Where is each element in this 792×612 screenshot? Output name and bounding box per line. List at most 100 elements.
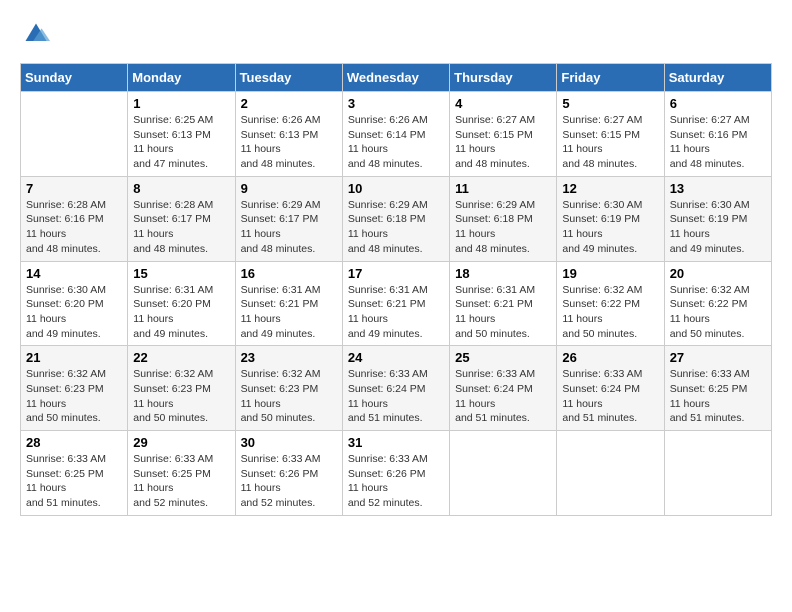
weekday-header-monday: Monday <box>128 64 235 92</box>
day-number: 15 <box>133 266 229 281</box>
calendar-cell: 30Sunrise: 6:33 AMSunset: 6:26 PM11 hour… <box>235 431 342 516</box>
page-header <box>20 20 772 53</box>
calendar-cell: 9 Sunrise: 6:29 AMSunset: 6:17 PM11 hours… <box>235 176 342 261</box>
calendar-cell: 27 Sunrise: 6:33 AMSunset: 6:25 PM11 hour… <box>664 346 771 431</box>
day-number: 4 <box>455 96 551 111</box>
day-info: Sunrise: 6:32 AMSunset: 6:23 PM11 hoursa… <box>26 367 122 426</box>
day-number: 31 <box>348 435 444 450</box>
day-number: 11 <box>455 181 551 196</box>
day-info: Sunrise: 6:31 AMSunset: 6:21 PM11 hoursa… <box>455 283 551 342</box>
week-row-4: 21 Sunrise: 6:32 AMSunset: 6:23 PM11 hour… <box>21 346 772 431</box>
calendar-cell <box>21 92 128 177</box>
calendar-cell: 24 Sunrise: 6:33 AMSunset: 6:24 PM11 hour… <box>342 346 449 431</box>
day-info: Sunrise: 6:33 AMSunset: 6:25 PM11 hoursa… <box>670 367 766 426</box>
day-number: 20 <box>670 266 766 281</box>
day-info: Sunrise: 6:31 AMSunset: 6:20 PM11 hoursa… <box>133 283 229 342</box>
week-row-3: 14 Sunrise: 6:30 AMSunset: 6:20 PM11 hour… <box>21 261 772 346</box>
logo-icon <box>22 20 50 48</box>
calendar-cell: 25 Sunrise: 6:33 AMSunset: 6:24 PM11 hour… <box>450 346 557 431</box>
day-number: 10 <box>348 181 444 196</box>
calendar-cell <box>557 431 664 516</box>
calendar-cell: 1 Sunrise: 6:25 AMSunset: 6:13 PM11 hours… <box>128 92 235 177</box>
day-number: 16 <box>241 266 337 281</box>
day-number: 14 <box>26 266 122 281</box>
day-number: 17 <box>348 266 444 281</box>
day-number: 27 <box>670 350 766 365</box>
day-info: Sunrise: 6:27 AMSunset: 6:15 PM11 hoursa… <box>455 113 551 172</box>
day-info: Sunrise: 6:27 AMSunset: 6:16 PM11 hoursa… <box>670 113 766 172</box>
day-number: 30 <box>241 435 337 450</box>
week-row-2: 7Sunrise: 6:28 AMSunset: 6:16 PM11 hours… <box>21 176 772 261</box>
weekday-header-sunday: Sunday <box>21 64 128 92</box>
calendar-cell: 4 Sunrise: 6:27 AMSunset: 6:15 PM11 hours… <box>450 92 557 177</box>
day-info: Sunrise: 6:27 AMSunset: 6:15 PM11 hoursa… <box>562 113 658 172</box>
calendar-cell <box>664 431 771 516</box>
day-info: Sunrise: 6:33 AMSunset: 6:24 PM11 hoursa… <box>455 367 551 426</box>
calendar-table: SundayMondayTuesdayWednesdayThursdayFrid… <box>20 63 772 516</box>
weekday-header-thursday: Thursday <box>450 64 557 92</box>
calendar-cell: 14 Sunrise: 6:30 AMSunset: 6:20 PM11 hour… <box>21 261 128 346</box>
day-info: Sunrise: 6:32 AMSunset: 6:23 PM11 hoursa… <box>241 367 337 426</box>
day-number: 9 <box>241 181 337 196</box>
day-number: 25 <box>455 350 551 365</box>
day-info: Sunrise: 6:31 AMSunset: 6:21 PM11 hoursa… <box>241 283 337 342</box>
calendar-cell: 2 Sunrise: 6:26 AMSunset: 6:13 PM11 hours… <box>235 92 342 177</box>
calendar-cell: 20Sunrise: 6:32 AMSunset: 6:22 PM11 hour… <box>664 261 771 346</box>
day-number: 7 <box>26 181 122 196</box>
day-number: 5 <box>562 96 658 111</box>
calendar-cell: 23Sunrise: 6:32 AMSunset: 6:23 PM11 hour… <box>235 346 342 431</box>
day-number: 18 <box>455 266 551 281</box>
day-number: 1 <box>133 96 229 111</box>
day-number: 21 <box>26 350 122 365</box>
calendar-cell: 29Sunrise: 6:33 AMSunset: 6:25 PM11 hour… <box>128 431 235 516</box>
calendar-cell: 13Sunrise: 6:30 AMSunset: 6:19 PM11 hour… <box>664 176 771 261</box>
day-number: 29 <box>133 435 229 450</box>
day-number: 2 <box>241 96 337 111</box>
day-info: Sunrise: 6:33 AMSunset: 6:24 PM11 hoursa… <box>348 367 444 426</box>
calendar-cell: 15 Sunrise: 6:31 AMSunset: 6:20 PM11 hour… <box>128 261 235 346</box>
day-number: 8 <box>133 181 229 196</box>
weekday-header-saturday: Saturday <box>664 64 771 92</box>
day-info: Sunrise: 6:32 AMSunset: 6:23 PM11 hoursa… <box>133 367 229 426</box>
day-info: Sunrise: 6:29 AMSunset: 6:18 PM11 hoursa… <box>348 198 444 257</box>
calendar-cell: 31 Sunrise: 6:33 AMSunset: 6:26 PM11 hour… <box>342 431 449 516</box>
day-number: 6 <box>670 96 766 111</box>
day-number: 28 <box>26 435 122 450</box>
calendar-cell: 10 Sunrise: 6:29 AMSunset: 6:18 PM11 hour… <box>342 176 449 261</box>
calendar-cell: 8Sunrise: 6:28 AMSunset: 6:17 PM11 hours… <box>128 176 235 261</box>
day-info: Sunrise: 6:26 AMSunset: 6:14 PM11 hoursa… <box>348 113 444 172</box>
day-info: Sunrise: 6:33 AMSunset: 6:26 PM11 hoursa… <box>348 452 444 511</box>
weekday-header-wednesday: Wednesday <box>342 64 449 92</box>
day-info: Sunrise: 6:26 AMSunset: 6:13 PM11 hoursa… <box>241 113 337 172</box>
day-info: Sunrise: 6:33 AMSunset: 6:25 PM11 hoursa… <box>26 452 122 511</box>
calendar-cell: 17 Sunrise: 6:31 AMSunset: 6:21 PM11 hour… <box>342 261 449 346</box>
day-info: Sunrise: 6:29 AMSunset: 6:17 PM11 hoursa… <box>241 198 337 257</box>
calendar-cell: 11 Sunrise: 6:29 AMSunset: 6:18 PM11 hour… <box>450 176 557 261</box>
week-row-5: 28 Sunrise: 6:33 AMSunset: 6:25 PM11 hour… <box>21 431 772 516</box>
calendar-cell: 28 Sunrise: 6:33 AMSunset: 6:25 PM11 hour… <box>21 431 128 516</box>
weekday-header-tuesday: Tuesday <box>235 64 342 92</box>
day-number: 24 <box>348 350 444 365</box>
day-number: 19 <box>562 266 658 281</box>
calendar-cell: 3 Sunrise: 6:26 AMSunset: 6:14 PM11 hours… <box>342 92 449 177</box>
calendar-cell: 6 Sunrise: 6:27 AMSunset: 6:16 PM11 hours… <box>664 92 771 177</box>
day-info: Sunrise: 6:25 AMSunset: 6:13 PM11 hoursa… <box>133 113 229 172</box>
calendar-cell: 5 Sunrise: 6:27 AMSunset: 6:15 PM11 hours… <box>557 92 664 177</box>
calendar-cell: 26Sunrise: 6:33 AMSunset: 6:24 PM11 hour… <box>557 346 664 431</box>
day-number: 13 <box>670 181 766 196</box>
day-info: Sunrise: 6:31 AMSunset: 6:21 PM11 hoursa… <box>348 283 444 342</box>
week-row-1: 1 Sunrise: 6:25 AMSunset: 6:13 PM11 hours… <box>21 92 772 177</box>
day-info: Sunrise: 6:30 AMSunset: 6:19 PM11 hoursa… <box>562 198 658 257</box>
day-info: Sunrise: 6:29 AMSunset: 6:18 PM11 hoursa… <box>455 198 551 257</box>
calendar-cell <box>450 431 557 516</box>
calendar-cell: 18 Sunrise: 6:31 AMSunset: 6:21 PM11 hour… <box>450 261 557 346</box>
calendar-cell: 16 Sunrise: 6:31 AMSunset: 6:21 PM11 hour… <box>235 261 342 346</box>
logo <box>20 20 50 53</box>
calendar-cell: 22Sunrise: 6:32 AMSunset: 6:23 PM11 hour… <box>128 346 235 431</box>
day-info: Sunrise: 6:32 AMSunset: 6:22 PM11 hoursa… <box>562 283 658 342</box>
day-info: Sunrise: 6:30 AMSunset: 6:20 PM11 hoursa… <box>26 283 122 342</box>
day-number: 3 <box>348 96 444 111</box>
weekday-header-friday: Friday <box>557 64 664 92</box>
calendar-cell: 19 Sunrise: 6:32 AMSunset: 6:22 PM11 hour… <box>557 261 664 346</box>
calendar-cell: 12Sunrise: 6:30 AMSunset: 6:19 PM11 hour… <box>557 176 664 261</box>
